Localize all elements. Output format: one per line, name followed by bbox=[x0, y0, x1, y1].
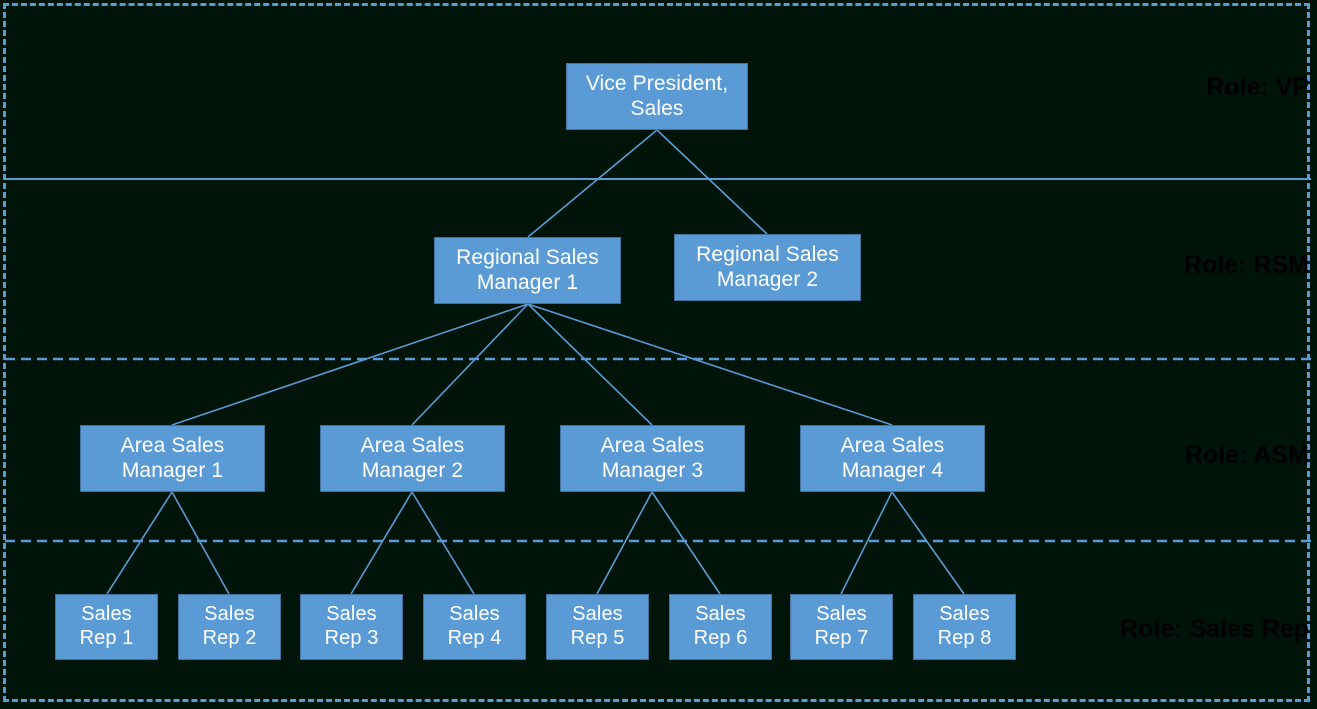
node-sales-rep-1[interactable]: Sales Rep 1 bbox=[55, 594, 158, 660]
connector-asm3-to-rep-5 bbox=[596, 491, 653, 595]
connector-rsm1-to-asm-1 bbox=[171, 303, 529, 426]
role-label-vp: Role: VP bbox=[1206, 73, 1309, 101]
connector-asm4-to-rep-8 bbox=[891, 491, 965, 595]
node-sales-rep-2[interactable]: Sales Rep 2 bbox=[178, 594, 281, 660]
connector-asm1-to-rep-2 bbox=[171, 491, 230, 595]
node-sales-rep-4[interactable]: Sales Rep 4 bbox=[423, 594, 526, 660]
role-label-sales-rep: Role: Sales Rep bbox=[1120, 615, 1309, 643]
connector-vp-to-rsm-1 bbox=[527, 129, 658, 238]
connector-asm2-to-rep-4 bbox=[411, 491, 475, 595]
connector-asm3-to-rep-6 bbox=[651, 491, 721, 595]
connector-rsm1-to-asm-4 bbox=[527, 303, 893, 426]
org-chart-canvas: Vice President, Sales Regional Sales Man… bbox=[0, 0, 1317, 709]
node-sales-rep-6[interactable]: Sales Rep 6 bbox=[669, 594, 772, 660]
node-area-sales-manager-3[interactable]: Area Sales Manager 3 bbox=[560, 425, 745, 492]
connector-rsm1-to-asm-3 bbox=[527, 303, 653, 426]
role-label-rsm: Role: RSM bbox=[1184, 251, 1309, 279]
connector-asm4-to-rep-7 bbox=[840, 491, 893, 595]
node-sales-rep-3[interactable]: Sales Rep 3 bbox=[300, 594, 403, 660]
connector-asm1-to-rep-1 bbox=[106, 491, 173, 595]
connector-asm2-to-rep-3 bbox=[350, 491, 413, 595]
node-area-sales-manager-1[interactable]: Area Sales Manager 1 bbox=[80, 425, 265, 492]
node-sales-rep-5[interactable]: Sales Rep 5 bbox=[546, 594, 649, 660]
role-label-asm: Role: ASM bbox=[1184, 441, 1309, 469]
node-regional-sales-manager-1[interactable]: Regional Sales Manager 1 bbox=[434, 237, 621, 304]
node-vice-president[interactable]: Vice President, Sales bbox=[566, 63, 748, 130]
node-area-sales-manager-4[interactable]: Area Sales Manager 4 bbox=[800, 425, 985, 492]
node-area-sales-manager-2[interactable]: Area Sales Manager 2 bbox=[320, 425, 505, 492]
connector-vp-to-rsm-2 bbox=[656, 129, 768, 235]
connector-rsm1-to-asm-2 bbox=[411, 303, 529, 426]
node-sales-rep-7[interactable]: Sales Rep 7 bbox=[790, 594, 893, 660]
node-sales-rep-8[interactable]: Sales Rep 8 bbox=[913, 594, 1016, 660]
node-regional-sales-manager-2[interactable]: Regional Sales Manager 2 bbox=[674, 234, 861, 301]
